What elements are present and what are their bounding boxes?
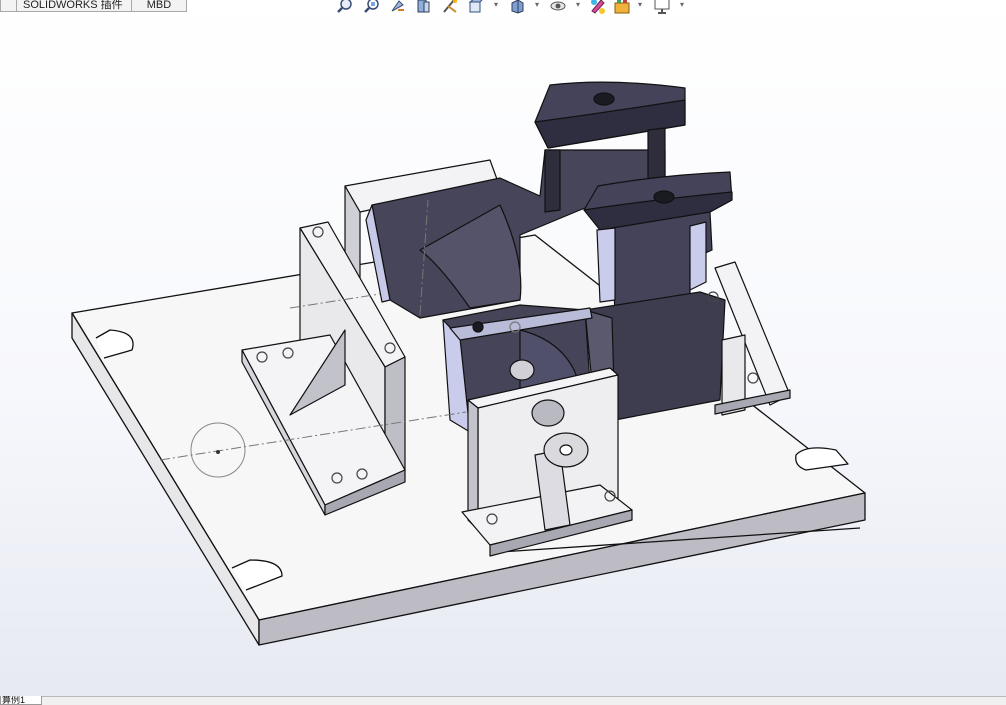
previous-view-icon[interactable] [389,0,407,15]
fixture-assembly-model [71,81,866,646]
tab-blank[interactable] [0,0,17,12]
section-view-icon[interactable] [415,0,433,15]
dynamic-annotation-icon[interactable] [442,0,460,15]
hide-show-dropdown-icon[interactable]: ▾ [576,0,582,10]
view-orientation-icon[interactable] [467,0,485,15]
zoom-to-area-icon[interactable] [363,0,381,15]
graphics-viewport[interactable] [0,16,1006,696]
display-style-dropdown-icon[interactable]: ▾ [535,0,541,10]
view-orientation-dropdown-icon[interactable]: ▾ [494,0,500,10]
display-style-icon[interactable] [508,0,526,15]
apply-scene-dropdown-icon[interactable]: ▾ [638,0,644,10]
clamp-swing-arm[interactable] [583,171,733,311]
zoom-to-fit-icon[interactable] [336,0,354,15]
apply-scene-icon[interactable] [613,0,631,15]
tab-solidworks-addins[interactable]: SOLIDWORKS 插件 [16,0,132,12]
command-manager-tabs: SOLIDWORKS 插件 MBD [0,0,187,13]
hide-show-items-icon[interactable] [549,0,567,15]
view-settings-dropdown-icon[interactable]: ▾ [680,0,686,10]
tab-mbd[interactable]: MBD [131,0,187,12]
view-settings-icon[interactable] [653,0,671,15]
edit-appearance-icon[interactable] [589,0,607,15]
